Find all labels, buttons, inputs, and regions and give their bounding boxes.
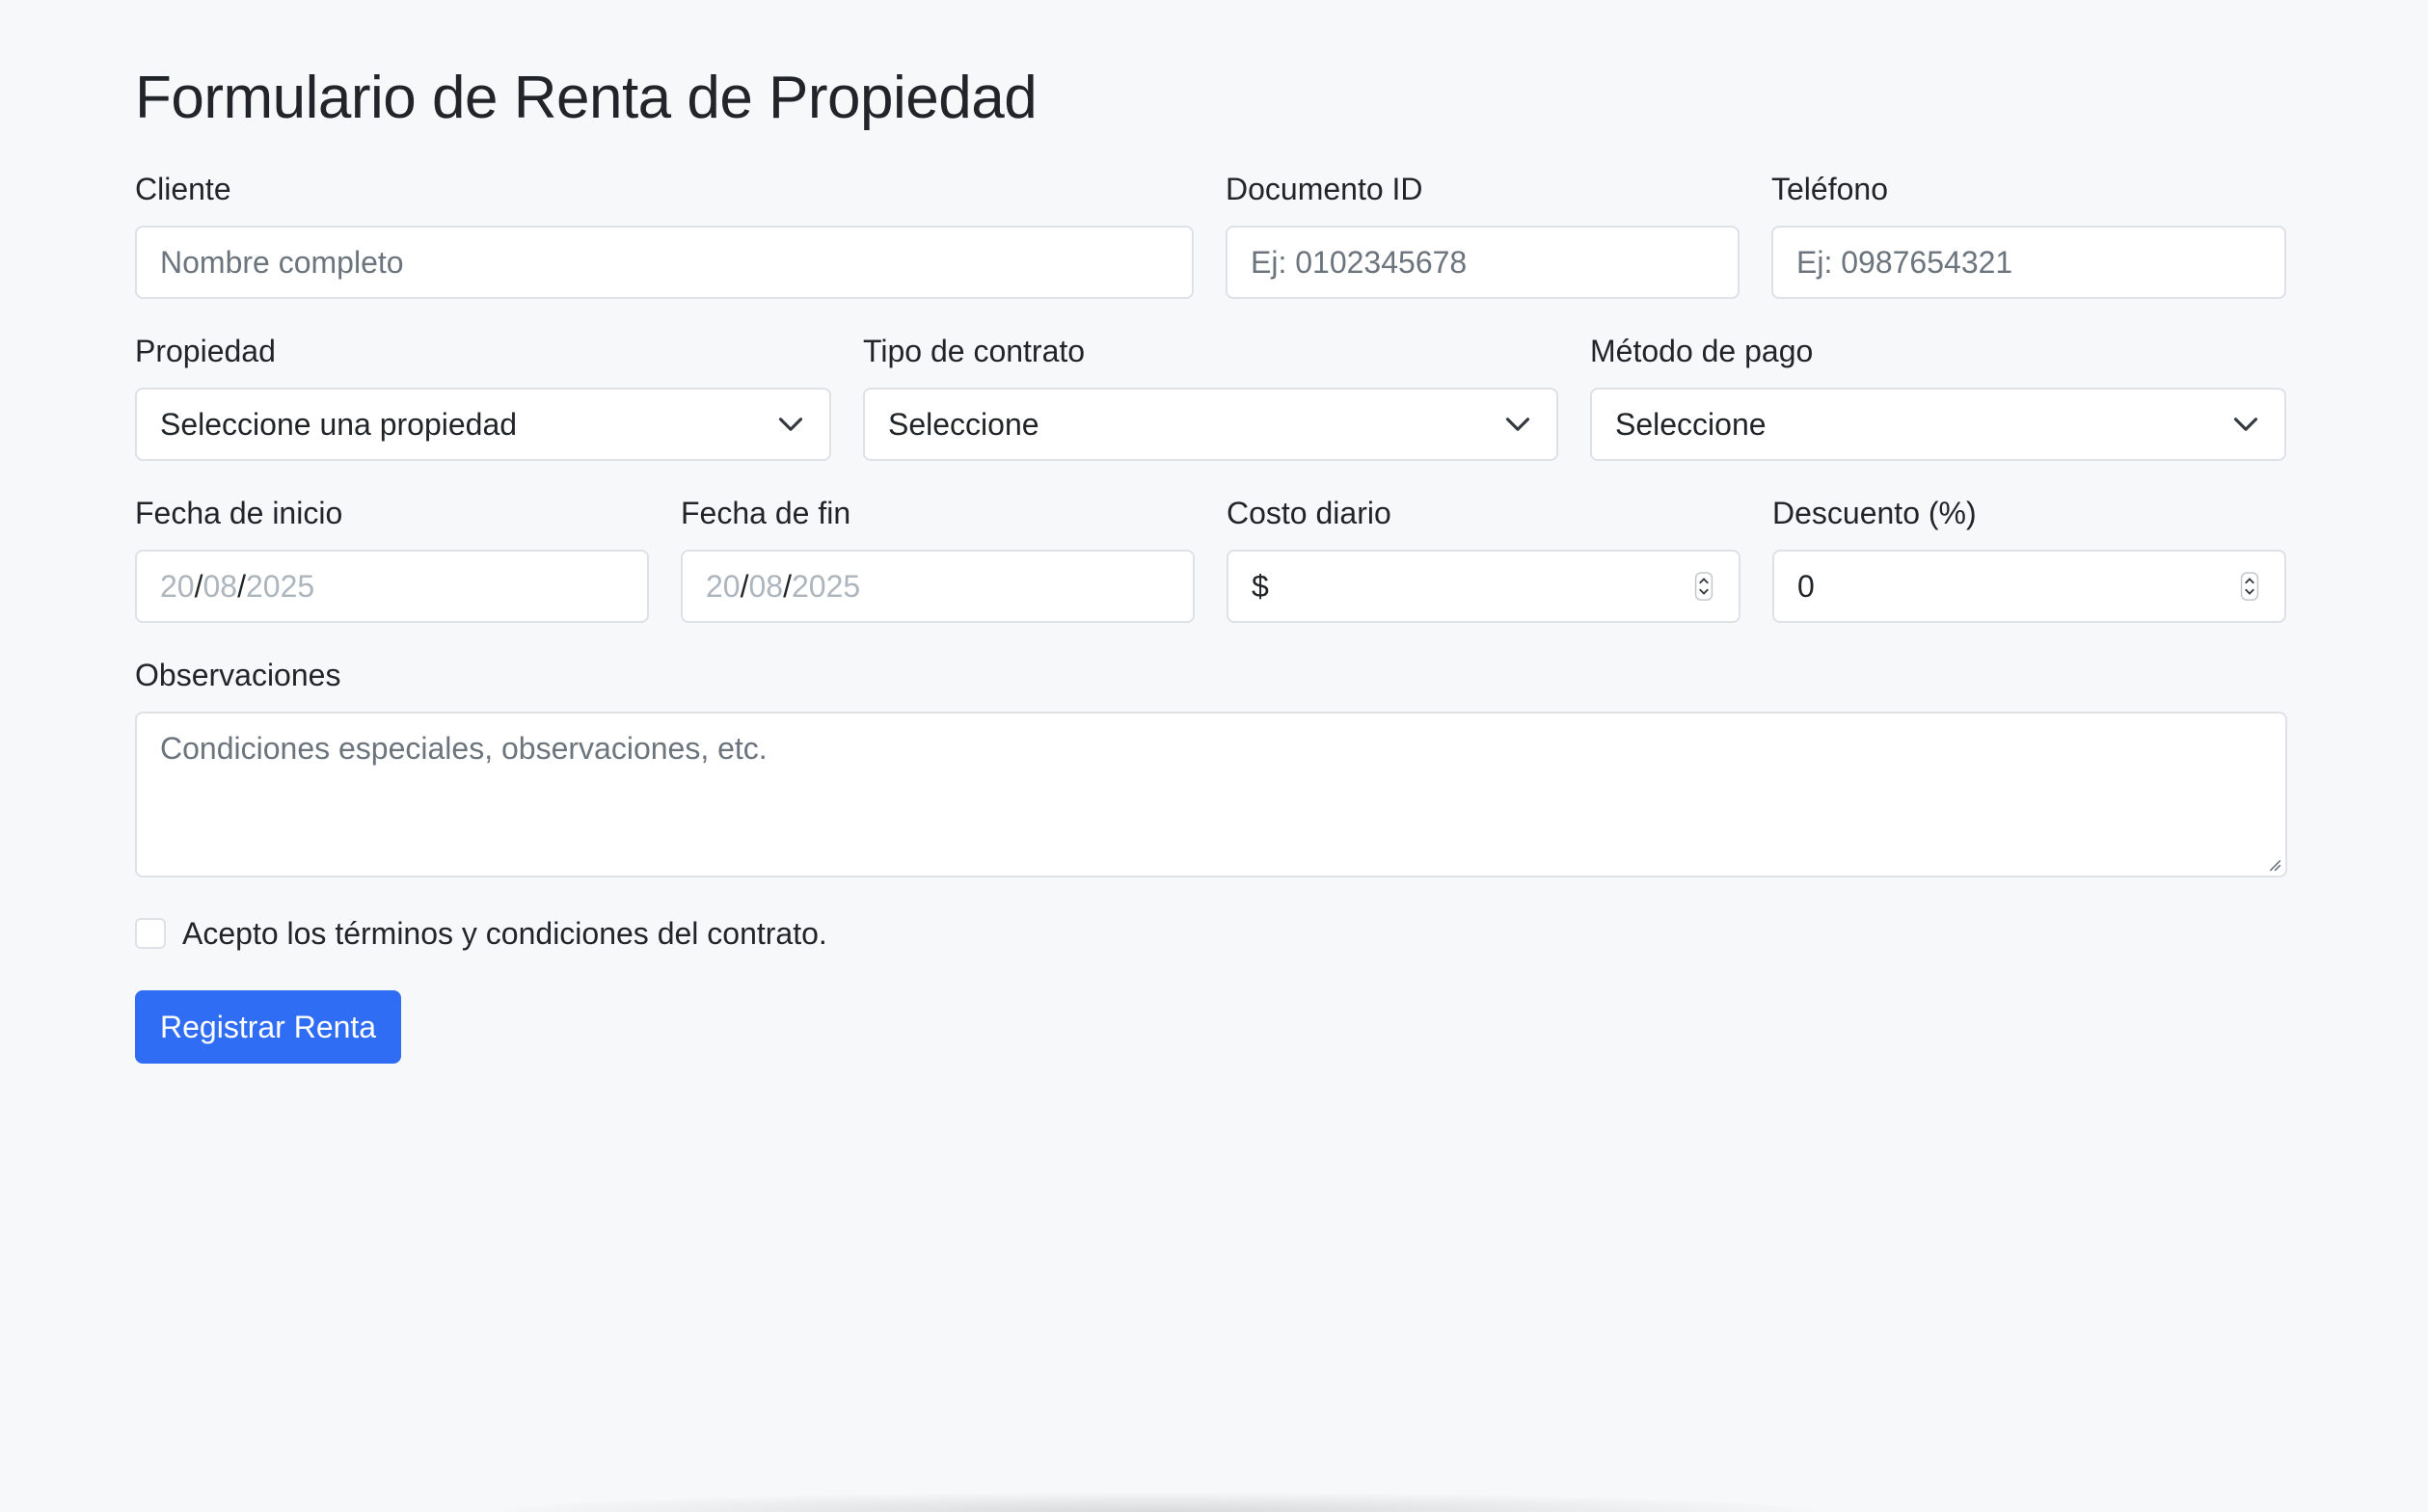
terminos-label[interactable]: Acepto los términos y condiciones del co… — [182, 914, 827, 953]
date-separator: / — [783, 568, 792, 604]
descuento-label: Descuento (%) — [1772, 496, 1977, 530]
fecha-inicio-input[interactable]: 20/08/2025 — [135, 550, 649, 623]
metodo-pago-label: Método de pago — [1590, 334, 1814, 368]
spinner-icon[interactable] — [2240, 572, 2259, 601]
terminos-row: Acepto los términos y condiciones del co… — [135, 914, 2287, 953]
fecha-fin-input[interactable]: 20/08/2025 — [681, 550, 1195, 623]
rental-form: Formulario de Renta de Propiedad Cliente… — [135, 56, 2287, 1064]
bottom-shadow — [501, 1493, 1813, 1512]
observaciones-placeholder: Condiciones especiales, observaciones, e… — [160, 731, 768, 766]
cliente-group: Cliente Nombre completo — [135, 170, 1194, 299]
tipo-contrato-label: Tipo de contrato — [863, 334, 1086, 368]
fecha-fin-day: 20 — [706, 568, 741, 604]
telefono-group: Teléfono Ej: 0987654321 — [1771, 170, 2286, 299]
descuento-value: 0 — [1797, 568, 1815, 604]
propiedad-select[interactable]: Seleccione una propiedad — [135, 388, 831, 461]
fecha-fin-group: Fecha de fin 20/08/2025 — [681, 494, 1195, 623]
observaciones-group: Observaciones Condiciones especiales, ob… — [135, 656, 2287, 878]
tipo-contrato-group: Tipo de contrato Seleccione — [863, 332, 1558, 461]
fecha-inicio-label: Fecha de inicio — [135, 496, 343, 530]
documento-group: Documento ID Ej: 0102345678 — [1226, 170, 1740, 299]
chevron-down-icon — [778, 418, 803, 431]
tipo-contrato-selected: Seleccione — [888, 406, 1039, 442]
fecha-fin-label: Fecha de fin — [681, 496, 851, 530]
chevron-down-icon — [2233, 418, 2258, 431]
costo-diario-group: Costo diario $ — [1227, 494, 1740, 623]
costo-diario-label: Costo diario — [1227, 496, 1391, 530]
propiedad-selected: Seleccione una propiedad — [160, 406, 518, 442]
page: Formulario de Renta de Propiedad Cliente… — [0, 0, 2428, 1512]
observaciones-textarea[interactable]: Condiciones especiales, observaciones, e… — [135, 712, 2287, 878]
fecha-inicio-group: Fecha de inicio 20/08/2025 — [135, 494, 649, 623]
telefono-placeholder: Ej: 0987654321 — [1796, 244, 2013, 280]
tipo-contrato-select[interactable]: Seleccione — [863, 388, 1558, 461]
fecha-inicio-month: 08 — [202, 568, 238, 604]
resize-handle-icon[interactable] — [2266, 856, 2281, 872]
telefono-input[interactable]: Ej: 0987654321 — [1771, 226, 2286, 299]
documento-placeholder: Ej: 0102345678 — [1251, 244, 1468, 280]
metodo-pago-select[interactable]: Seleccione — [1590, 388, 2286, 461]
cliente-placeholder: Nombre completo — [160, 244, 404, 280]
fecha-fin-year: 2025 — [791, 568, 861, 604]
observaciones-label: Observaciones — [135, 658, 341, 692]
fecha-inicio-year: 2025 — [245, 568, 315, 604]
date-separator: / — [740, 568, 749, 604]
metodo-pago-group: Método de pago Seleccione — [1590, 332, 2286, 461]
telefono-label: Teléfono — [1771, 172, 1888, 206]
propiedad-group: Propiedad Seleccione una propiedad — [135, 332, 831, 461]
chevron-down-icon — [1505, 418, 1530, 431]
costo-diario-prefix: $ — [1252, 568, 1269, 604]
spinner-icon[interactable] — [1694, 572, 1713, 601]
descuento-input[interactable]: 0 — [1772, 550, 2286, 623]
propiedad-label: Propiedad — [135, 334, 276, 368]
row-selects: Propiedad Seleccione una propiedad Tipo … — [135, 332, 2287, 461]
cliente-input[interactable]: Nombre completo — [135, 226, 1194, 299]
date-separator: / — [194, 568, 203, 604]
fecha-inicio-day: 20 — [160, 568, 195, 604]
date-separator: / — [237, 568, 246, 604]
page-title: Formulario de Renta de Propiedad — [135, 65, 1038, 131]
documento-label: Documento ID — [1226, 172, 1423, 206]
terminos-checkbox[interactable] — [135, 918, 166, 949]
fecha-fin-month: 08 — [748, 568, 784, 604]
cliente-label: Cliente — [135, 172, 231, 206]
documento-input[interactable]: Ej: 0102345678 — [1226, 226, 1740, 299]
row-dates-costs: Fecha de inicio 20/08/2025 Fecha de fin … — [135, 494, 2287, 623]
metodo-pago-selected: Seleccione — [1615, 406, 1767, 442]
descuento-group: Descuento (%) 0 — [1772, 494, 2286, 623]
row-client: Cliente Nombre completo Documento ID Ej:… — [135, 170, 2287, 299]
registrar-renta-button[interactable]: Registrar Renta — [135, 990, 402, 1064]
costo-diario-input[interactable]: $ — [1227, 550, 1740, 623]
